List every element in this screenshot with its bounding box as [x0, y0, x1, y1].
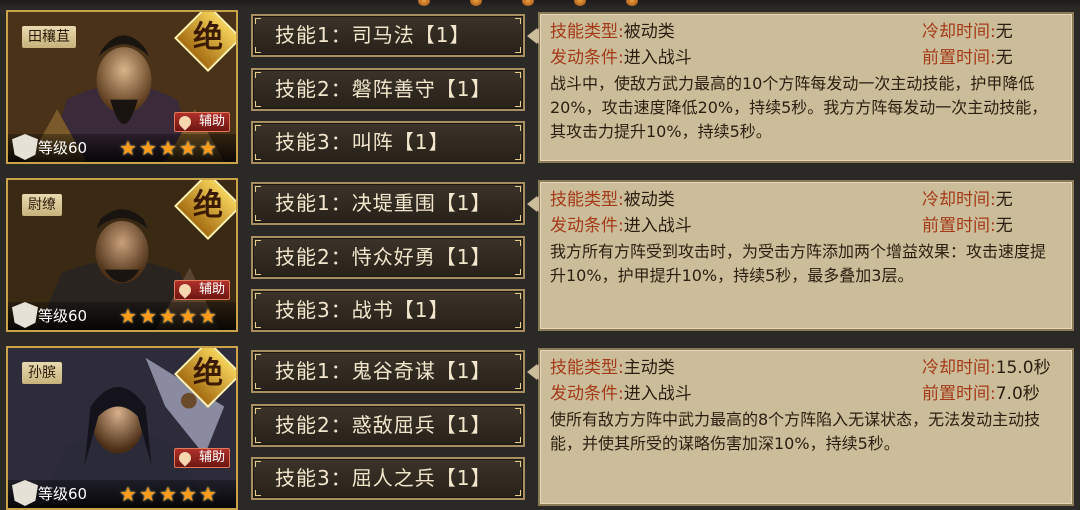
star-icon: ★: [119, 482, 137, 506]
precast-time: 前置时间:无: [922, 48, 1013, 68]
skill-1-button[interactable]: 技能1：鬼谷奇谋【1】: [251, 350, 537, 393]
hero-level: 等级60: [38, 485, 88, 503]
star-icon: ★: [179, 482, 197, 506]
flame-icon: [176, 281, 194, 299]
star-icon: ★: [139, 482, 157, 506]
skill-3-button[interactable]: 技能3：屈人之兵【1】: [251, 457, 525, 500]
hero-card[interactable]: 尉缭 绝 辅助 等级60 ★ ★ ★ ★ ★: [6, 178, 238, 332]
precast-time: 前置时间:7.0秒: [922, 384, 1040, 404]
skill-label: 技能2：惑敌屈兵【1】: [275, 413, 492, 437]
skill-2-button[interactable]: 技能2：恃众好勇【1】: [251, 236, 525, 279]
hero-level: 等级60: [38, 307, 88, 325]
star-icon: ★: [179, 304, 197, 328]
hero-card[interactable]: 孙膑 绝 辅助 等级60 ★ ★ ★ ★ ★: [6, 346, 238, 510]
hero-info-bar: 等级60 ★ ★ ★ ★ ★: [8, 134, 236, 162]
hero-card[interactable]: 田穰苴 绝 辅助 等级60 ★ ★ ★ ★ ★: [6, 10, 238, 164]
role-label: 辅助: [198, 114, 225, 129]
skill-label: 技能3：屈人之兵【1】: [275, 466, 492, 490]
skill-2-button[interactable]: 技能2：磐阵善守【1】: [251, 68, 525, 111]
skill-type: 技能类型:被动类: [550, 190, 675, 210]
rank-glyph: 绝: [193, 188, 223, 223]
hero-level: 等级60: [38, 139, 88, 157]
skill-label: 技能1：鬼谷奇谋【1】: [275, 359, 492, 383]
star-icon: ★: [139, 304, 157, 328]
cooldown: 冷却时间:无: [922, 190, 1013, 210]
skill-label: 技能3：战书【1】: [275, 298, 450, 322]
skill-3-button[interactable]: 技能3：战书【1】: [251, 289, 525, 332]
skill-label: 技能1：司马法【1】: [275, 23, 471, 47]
star-icon: ★: [119, 304, 137, 328]
skill-label: 技能2：恃众好勇【1】: [275, 245, 492, 269]
hero-row: 孙膑 绝 辅助 等级60 ★ ★ ★ ★ ★ 技能1：鬼谷奇谋【1】 技能2：惑敌屈兵【…: [0, 336, 1080, 510]
role-badge: 辅助: [174, 448, 230, 468]
precast-time: 前置时间:无: [922, 216, 1013, 236]
skill-type: 技能类型:主动类: [550, 358, 675, 378]
skill-2-button[interactable]: 技能2：惑敌屈兵【1】: [251, 404, 525, 447]
star-icon: ★: [159, 136, 177, 160]
skill-3-button[interactable]: 技能3：叫阵【1】: [251, 121, 525, 164]
star-icon: ★: [159, 304, 177, 328]
skill-description: 使所有敌方方阵中武力最高的8个方阵陷入无谋状态，无法发动主动技能，并使其所受的谋…: [550, 410, 1041, 453]
flame-icon: [176, 449, 194, 467]
hero-name: 田穰苴: [22, 26, 76, 48]
star-icon: ★: [199, 482, 217, 506]
hero-info-bar: 等级60 ★ ★ ★ ★ ★: [8, 302, 236, 330]
skill-description: 战斗中，使敌方武力最高的10个方阵每发动一次主动技能，护甲降低20%，攻击速度降…: [550, 74, 1048, 141]
role-label: 辅助: [198, 282, 225, 297]
rank-glyph: 绝: [193, 20, 223, 55]
star-rating: ★ ★ ★ ★ ★: [118, 306, 218, 326]
skill-label: 技能3：叫阵【1】: [275, 130, 450, 154]
skill-description: 我方所有方阵受到攻击时，为受击方阵添加两个增益效果：攻击速度提升10%，护甲提升…: [550, 242, 1047, 285]
hero-name: 尉缭: [22, 194, 62, 216]
skill-detail-panel: 技能类型:被动类 冷却时间:无 发动条件:进入战斗 前置时间:无 战斗中，使敌方…: [528, 12, 1074, 163]
star-icon: ★: [199, 136, 217, 160]
flame-icon: [176, 113, 194, 131]
star-icon: ★: [199, 304, 217, 328]
hero-name: 孙膑: [22, 362, 62, 384]
skill-type: 技能类型:被动类: [550, 22, 675, 42]
troop-type-icon: [12, 134, 38, 160]
troop-type-icon: [12, 302, 38, 328]
role-badge: 辅助: [174, 112, 230, 132]
star-icon: ★: [139, 136, 157, 160]
role-badge: 辅助: [174, 280, 230, 300]
star-icon: ★: [179, 136, 197, 160]
trigger-condition: 发动条件:进入战斗: [550, 384, 692, 404]
rank-glyph: 绝: [193, 356, 223, 391]
troop-type-icon: [12, 480, 38, 506]
trigger-condition: 发动条件:进入战斗: [550, 48, 692, 68]
skill-label: 技能2：磐阵善守【1】: [275, 77, 492, 101]
skill-label: 技能1：决堤重围【1】: [275, 191, 492, 215]
hero-row: 尉缭 绝 辅助 等级60 ★ ★ ★ ★ ★ 技能1：决堤重围【1】 技能2：恃众好勇【…: [0, 168, 1080, 332]
skill-1-button[interactable]: 技能1：司马法【1】: [251, 14, 537, 57]
cooldown: 冷却时间:15.0秒: [922, 358, 1051, 378]
trigger-condition: 发动条件:进入战斗: [550, 216, 692, 236]
skill-1-button[interactable]: 技能1：决堤重围【1】: [251, 182, 537, 225]
cooldown: 冷却时间:无: [922, 22, 1013, 42]
hero-info-bar: 等级60 ★ ★ ★ ★ ★: [8, 480, 236, 508]
skill-detail-panel: 技能类型:被动类 冷却时间:无 发动条件:进入战斗 前置时间:无 我方所有方阵受…: [528, 180, 1074, 331]
hero-row: 田穰苴 绝 辅助 等级60 ★ ★ ★ ★ ★ 技能1：司马法【1】 技能2：磐阵善守【…: [0, 0, 1080, 164]
star-rating: ★ ★ ★ ★ ★: [118, 484, 218, 504]
skill-detail-panel: 技能类型:主动类 冷却时间:15.0秒 发动条件:进入战斗 前置时间:7.0秒 …: [528, 348, 1074, 506]
star-icon: ★: [119, 136, 137, 160]
star-icon: ★: [159, 482, 177, 506]
star-rating: ★ ★ ★ ★ ★: [118, 138, 218, 158]
role-label: 辅助: [198, 450, 225, 465]
